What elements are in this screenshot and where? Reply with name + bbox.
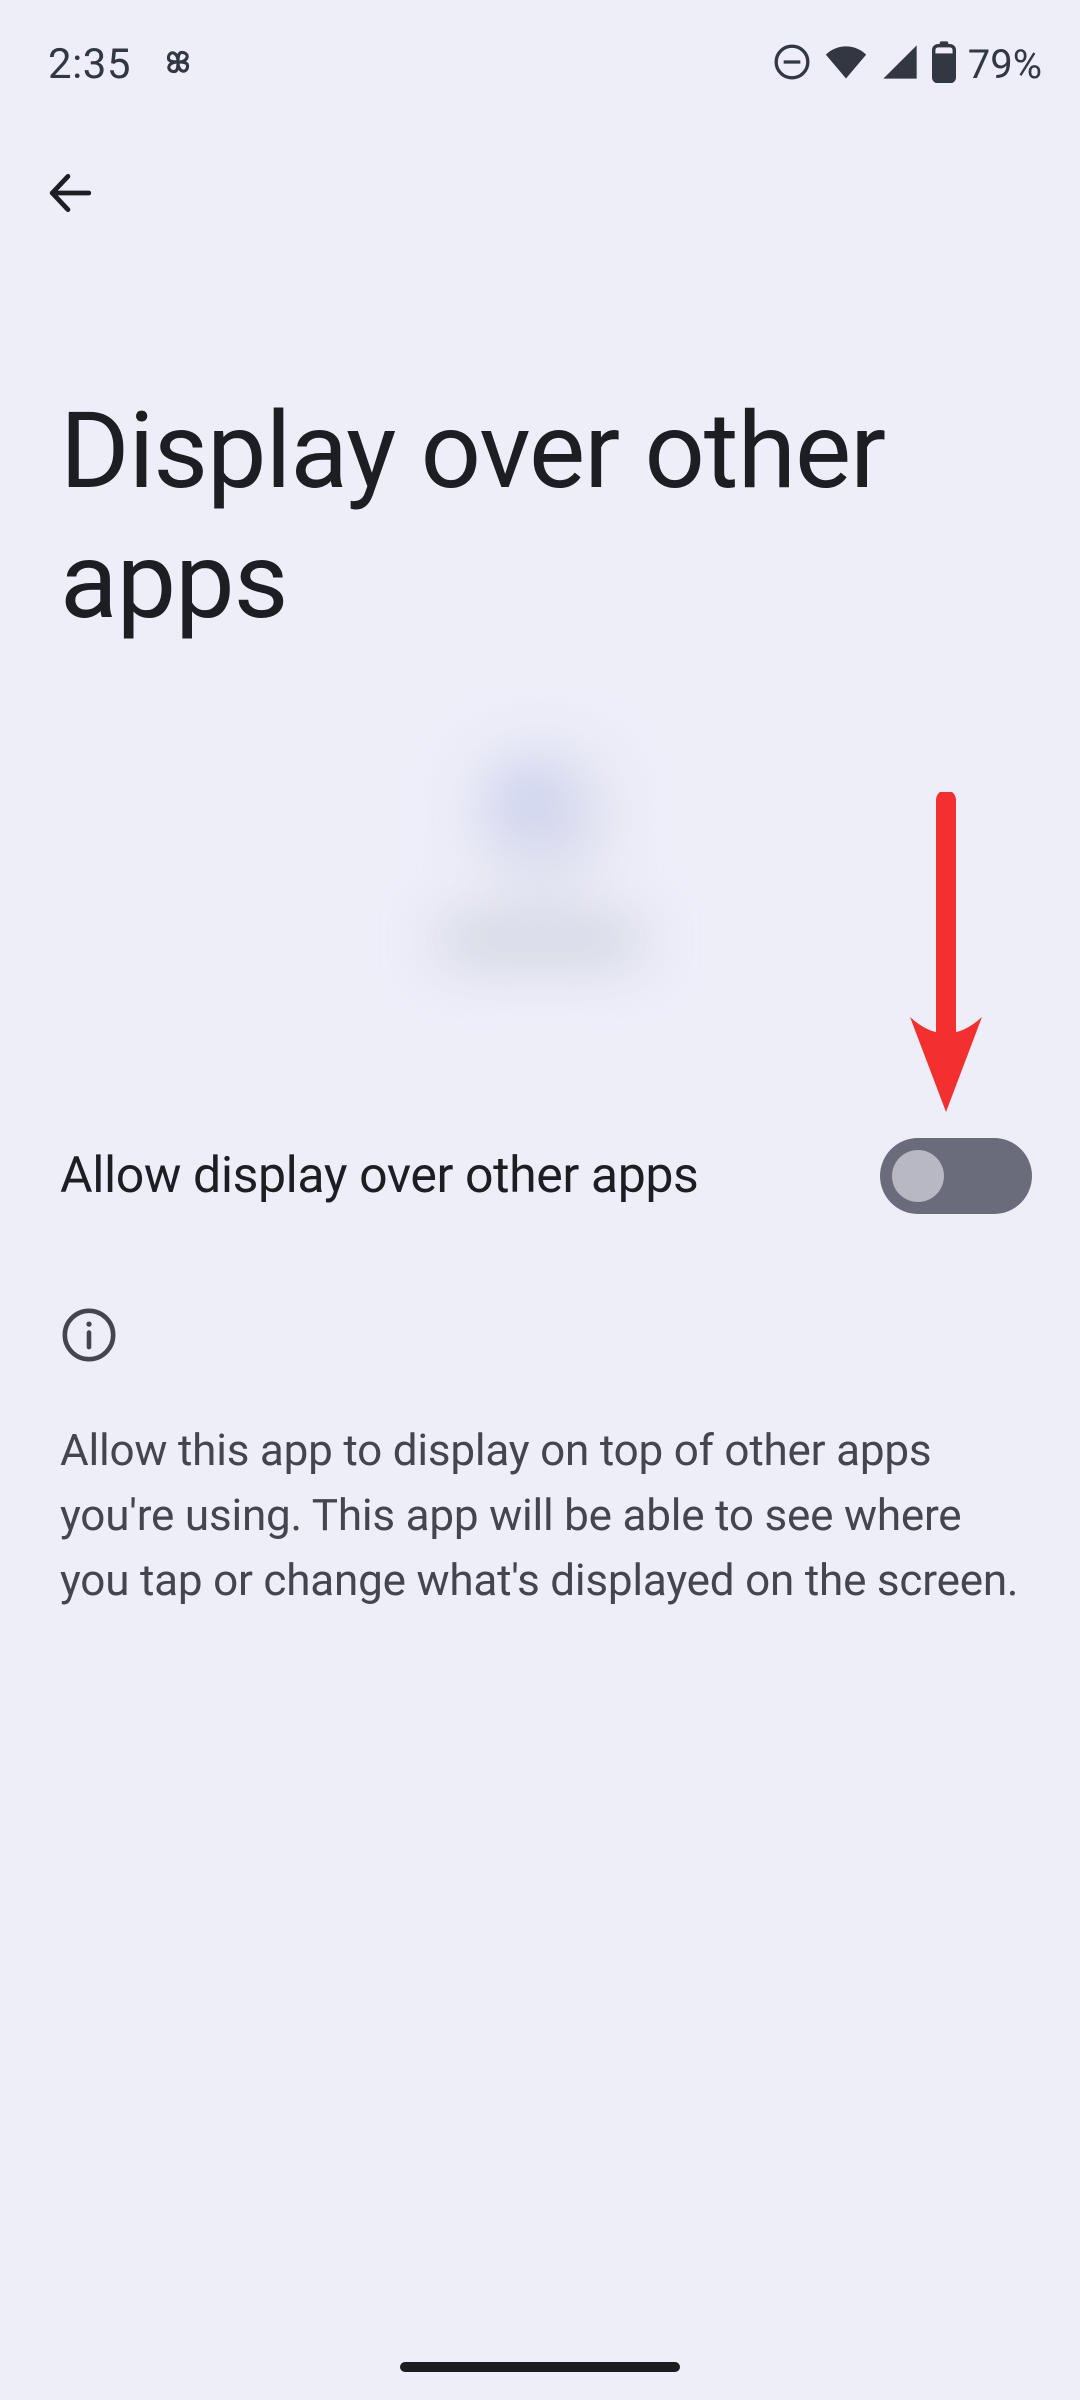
info-icon — [60, 1306, 118, 1368]
toggle-row: Allow display over other apps — [60, 1138, 1032, 1214]
wifi-icon — [824, 42, 868, 86]
signal-icon — [880, 42, 920, 86]
toggle-label: Allow display over other apps — [60, 1147, 698, 1205]
battery-icon — [932, 41, 956, 87]
status-bar: 2:35 — [0, 0, 1080, 100]
back-button[interactable] — [44, 168, 96, 220]
overlay-permission-toggle[interactable] — [880, 1138, 1032, 1214]
app-name-blur — [440, 920, 640, 960]
status-left: 2:35 — [48, 39, 201, 89]
app-icon — [475, 750, 605, 880]
page-title: Display over other apps — [60, 386, 980, 646]
status-right: 79% — [772, 41, 1042, 88]
navigation-handle[interactable] — [400, 2362, 680, 2372]
permission-description: Allow this app to display on top of othe… — [60, 1418, 1020, 1613]
photos-pinwheel-icon — [155, 39, 201, 89]
annotation-arrow — [900, 792, 990, 1126]
arrow-back-icon — [45, 168, 95, 221]
app-icon-area — [400, 750, 680, 1030]
battery-percent: 79% — [968, 41, 1042, 88]
status-time: 2:35 — [48, 40, 131, 89]
dnd-icon — [772, 42, 812, 86]
switch-thumb — [892, 1150, 944, 1202]
